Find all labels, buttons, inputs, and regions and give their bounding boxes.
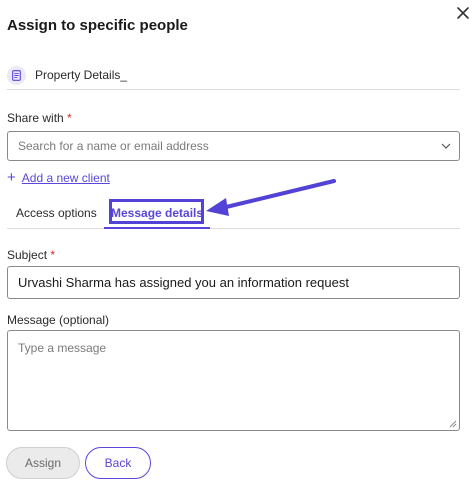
- file-row: Property Details_: [7, 64, 127, 86]
- dialog-title: Assign to specific people: [7, 17, 188, 34]
- required-mark: *: [50, 248, 56, 262]
- add-client-label: Add a new client: [21, 170, 110, 185]
- file-name: Property Details_: [35, 68, 128, 82]
- share-search-field[interactable]: [7, 131, 460, 161]
- message-label: Message (optional): [7, 313, 110, 327]
- add-new-client-link[interactable]: + Add a new client: [7, 170, 110, 185]
- subject-label: Subject *: [7, 248, 56, 262]
- plus-icon: +: [7, 169, 16, 186]
- divider: [7, 89, 460, 90]
- message-field[interactable]: [7, 330, 460, 431]
- annotation-highlight-box: [109, 199, 204, 224]
- document-icon: [7, 65, 26, 85]
- message-textarea[interactable]: [8, 331, 459, 430]
- subject-input[interactable]: Urvashi Sharma has assigned you an infor…: [7, 266, 460, 299]
- back-button[interactable]: Back: [85, 447, 151, 479]
- share-with-label: Share with *: [7, 111, 72, 125]
- search-input[interactable]: [18, 139, 433, 153]
- resize-handle-icon[interactable]: [449, 420, 457, 428]
- annotation-arrow-icon: [206, 179, 336, 216]
- required-mark: *: [67, 111, 72, 125]
- tab-access-options[interactable]: Access options: [16, 198, 97, 228]
- close-icon[interactable]: [455, 5, 471, 21]
- assign-button[interactable]: Assign: [6, 447, 80, 479]
- chevron-down-icon[interactable]: [433, 132, 459, 160]
